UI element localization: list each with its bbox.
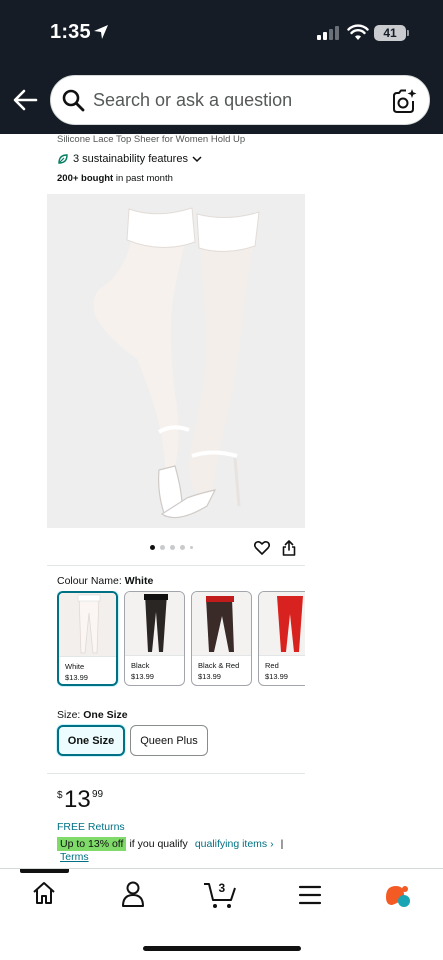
swatch-image — [125, 592, 184, 656]
back-arrow-icon[interactable] — [12, 88, 38, 112]
swatch-name: Black & Red — [198, 661, 240, 670]
swatch-name: Black — [131, 661, 150, 670]
terms-link[interactable]: Terms — [60, 851, 89, 863]
promo-row: Up to 13% off if you qualify qualifying … — [57, 837, 283, 851]
active-tab-indicator — [20, 869, 69, 873]
promo-text: if you qualify — [129, 838, 188, 850]
carousel-dot[interactable] — [150, 545, 155, 550]
price-symbol: $ — [57, 790, 63, 801]
leaf-icon — [58, 154, 68, 164]
promo-separator: | — [280, 838, 284, 850]
product-image[interactable] — [47, 194, 305, 528]
cart-count: 3 — [219, 881, 226, 895]
cart-icon[interactable]: 3 — [203, 879, 237, 909]
camera-lens-icon[interactable] — [391, 88, 417, 114]
divider — [47, 565, 305, 566]
qualifying-items-link[interactable]: qualifying items › — [195, 838, 274, 850]
menu-icon[interactable] — [298, 885, 322, 905]
promo-badge: Up to 13% off — [57, 837, 127, 851]
search-bar[interactable]: Search or ask a question — [50, 75, 430, 125]
battery-cap — [407, 30, 409, 36]
cellular-signal-icon — [317, 26, 339, 40]
size-queen-plus-button[interactable]: Queen Plus — [130, 725, 208, 756]
heart-icon[interactable] — [254, 540, 270, 555]
home-icon[interactable] — [32, 881, 56, 905]
swatch-image — [259, 592, 305, 656]
status-time: 1:35 — [50, 21, 91, 43]
swatch-black[interactable]: Black $13.99 — [124, 591, 185, 686]
swatch-price: $13.99 — [65, 673, 88, 682]
swatch-image — [192, 592, 251, 656]
app-header: 1:35 41 Search or ask a question — [0, 0, 443, 134]
price-fraction: 99 — [92, 789, 104, 800]
carousel-dot[interactable] — [180, 545, 185, 550]
carousel-dot[interactable] — [170, 545, 175, 550]
battery-icon: 41 — [374, 25, 406, 41]
free-returns-link[interactable]: FREE Returns — [57, 821, 125, 833]
account-icon[interactable] — [121, 881, 145, 907]
search-input[interactable]: Search or ask a question — [93, 90, 292, 111]
swatch-price: $13.99 — [265, 672, 288, 681]
price-whole: 13 — [64, 786, 91, 813]
wifi-icon — [347, 24, 369, 40]
chevron-down-icon — [192, 156, 202, 163]
swatch-white[interactable]: White $13.99 — [57, 591, 118, 686]
product-subtitle: Silicone Lace Top Sheer for Women Hold U… — [57, 134, 246, 145]
swatch-black-red[interactable]: Black & Red $13.99 — [191, 591, 252, 686]
divider — [47, 773, 305, 774]
sustainability-label: 3 sustainability features — [73, 153, 188, 165]
bought-count: 200+ bought in past month — [57, 173, 173, 184]
swatch-name: White — [65, 662, 85, 671]
carousel-dot[interactable] — [160, 545, 165, 550]
rufus-icon[interactable] — [384, 883, 412, 909]
swatch-price: $13.99 — [198, 672, 221, 681]
search-icon — [62, 89, 85, 112]
share-icon[interactable] — [282, 540, 296, 556]
bottom-nav: 3 — [0, 868, 443, 960]
colour-label: Colour Name: White — [57, 575, 154, 587]
swatch-image — [59, 593, 116, 657]
swatch-red[interactable]: Red $13.99 — [258, 591, 305, 686]
swatch-price: $13.99 — [131, 672, 154, 681]
image-carousel-dots[interactable] — [150, 545, 193, 550]
swatch-name: Red — [265, 661, 279, 670]
colour-swatches: White $13.99 Black $13.99 Black & Red $1… — [57, 591, 305, 687]
sustainability-features[interactable]: 3 sustainability features — [57, 153, 202, 165]
size-label: Size: One Size — [57, 709, 128, 721]
home-indicator — [143, 946, 301, 951]
location-arrow-icon — [94, 25, 108, 39]
carousel-dot[interactable] — [190, 546, 193, 549]
stockings-illustration — [47, 194, 305, 528]
size-one-size-button[interactable]: One Size — [57, 725, 125, 756]
